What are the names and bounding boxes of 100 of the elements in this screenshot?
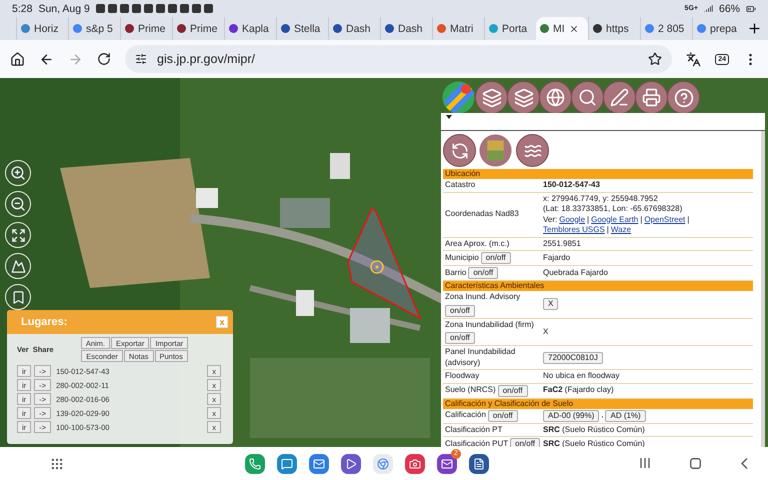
refresh-icon xyxy=(450,142,468,160)
document-app-icon[interactable] xyxy=(469,454,489,474)
field-value: Fajardo xyxy=(543,252,572,264)
camera-app-icon[interactable] xyxy=(405,454,425,474)
translate-icon[interactable] xyxy=(686,52,702,66)
phone-app-icon[interactable] xyxy=(245,454,265,474)
recent-apps-icon[interactable] xyxy=(640,458,650,468)
reload-icon[interactable] xyxy=(97,52,111,66)
bookmark-button[interactable] xyxy=(5,284,31,310)
field-label: Calificación xyxy=(445,410,486,421)
play-icon xyxy=(345,458,357,470)
value-button[interactable]: AD (1%) xyxy=(605,410,646,422)
section-header: Calificación y Clasificación de Suelo xyxy=(443,398,753,408)
field-value: No ubica en floodway xyxy=(543,371,620,382)
layers-icon xyxy=(482,88,502,108)
browser-app-icon[interactable] xyxy=(373,454,393,474)
toggle-button[interactable]: on/off xyxy=(488,410,518,422)
map-link[interactable]: Google Earth xyxy=(591,214,638,225)
bookmark-star-icon[interactable] xyxy=(648,52,662,66)
field-label: Catastro xyxy=(445,180,476,190)
new-tab-icon[interactable] xyxy=(747,21,762,36)
field-value: SRC (Suelo Rústico Común) xyxy=(543,424,646,435)
field-label: Clasificación PT xyxy=(445,424,502,435)
map-link[interactable]: OpenStreet xyxy=(644,214,686,225)
toggle-button[interactable]: on/off xyxy=(480,252,511,264)
link-separator: | xyxy=(587,214,590,225)
zoom-in-icon xyxy=(10,165,26,181)
home-nav-icon[interactable] xyxy=(690,458,701,469)
field-label: Suelo (NRCS) xyxy=(445,385,496,396)
link-separator: | xyxy=(687,214,690,225)
field-label: Zona Inundabilidad (firm) xyxy=(445,320,534,330)
zoom-in-button[interactable] xyxy=(5,160,31,186)
expand-button[interactable] xyxy=(5,222,31,248)
address-field[interactable]: gis.jp.pr.gov/mipr/ xyxy=(125,45,672,73)
bookmark-icon xyxy=(10,290,26,304)
envelope-icon xyxy=(441,458,453,470)
toggle-button[interactable]: on/off xyxy=(445,304,475,316)
chat-app-icon[interactable] xyxy=(277,454,297,474)
links-prefix: Ver: xyxy=(543,214,558,225)
field-value: 150-012-547-43 xyxy=(543,180,601,190)
status-time: 5:28 xyxy=(12,2,32,14)
field-label: Floodway xyxy=(445,371,480,382)
zoom-out-icon xyxy=(10,196,26,212)
link-separator: | xyxy=(606,225,609,236)
building-roof xyxy=(296,290,314,316)
pen-icon xyxy=(610,88,629,107)
toggle-button[interactable]: on/off xyxy=(498,384,528,396)
toggle-button[interactable]: on/off xyxy=(510,438,540,447)
globe-icon xyxy=(546,88,565,107)
field-label: Coordenadas Nad83 xyxy=(445,209,519,220)
field-value: (Lat: 18.33733851, Lon: -65.67698328) xyxy=(543,204,684,214)
value-button[interactable]: 72000C0810J xyxy=(543,352,603,364)
signal-icon xyxy=(704,4,713,13)
building-roof xyxy=(280,198,330,228)
battery-level: 66% xyxy=(718,2,740,14)
browser-tab[interactable]: MI xyxy=(536,17,588,40)
mountain-icon xyxy=(10,258,26,274)
back-icon[interactable] xyxy=(39,52,54,66)
section-header: Características Ambientales xyxy=(443,281,753,291)
envelope-app-icon[interactable] xyxy=(437,454,457,474)
value-button[interactable]: AD-00 (99%) xyxy=(543,410,600,422)
flood-button[interactable] xyxy=(516,134,549,167)
map-pin-logo-icon[interactable] xyxy=(442,81,475,114)
logo-icon[interactable] xyxy=(479,134,512,167)
building-roof xyxy=(350,308,390,343)
building-roof xyxy=(330,153,350,179)
field-label: Area Aprox. (m.c.) xyxy=(445,238,510,249)
envelope-icon xyxy=(313,458,325,470)
close-icon[interactable] xyxy=(568,24,579,34)
layers-icon xyxy=(514,88,534,108)
map-link[interactable]: Waze xyxy=(610,225,632,236)
separator-text: , xyxy=(601,410,604,421)
terrain-button[interactable] xyxy=(5,253,31,279)
envelope-app-icon[interactable] xyxy=(309,454,329,474)
app-drawer-icon[interactable] xyxy=(50,456,64,470)
map-link[interactable]: Temblores USGS xyxy=(543,225,605,236)
toggle-button[interactable]: on/off xyxy=(468,267,498,279)
phone-icon xyxy=(249,458,261,470)
back-nav-icon[interactable] xyxy=(741,458,748,469)
field-value: Quebrada Fajardo xyxy=(543,268,609,278)
refresh-button[interactable] xyxy=(443,134,476,167)
toggle-button[interactable]: on/off xyxy=(445,332,475,344)
chat-icon xyxy=(281,458,293,470)
crosshair-icon xyxy=(370,260,384,274)
map-link[interactable]: Google xyxy=(559,214,586,225)
field-label: Municipio xyxy=(445,252,479,264)
document-icon xyxy=(473,458,485,470)
printer-icon xyxy=(642,88,661,107)
expand-arrows-icon xyxy=(10,228,26,242)
play-app-icon[interactable] xyxy=(341,454,361,474)
link-separator: | xyxy=(640,214,642,225)
zoom-out-button[interactable] xyxy=(5,191,31,217)
panel-title: Lugares: xyxy=(21,316,68,328)
home-icon[interactable] xyxy=(10,52,25,66)
section-header: Ubicación xyxy=(443,169,753,179)
site-settings-icon[interactable] xyxy=(135,53,147,65)
field-value: FaC2 (Fajardo clay) xyxy=(543,385,615,396)
search-icon xyxy=(578,88,597,107)
battery-icon xyxy=(746,4,756,14)
value-button[interactable]: X xyxy=(543,298,558,310)
